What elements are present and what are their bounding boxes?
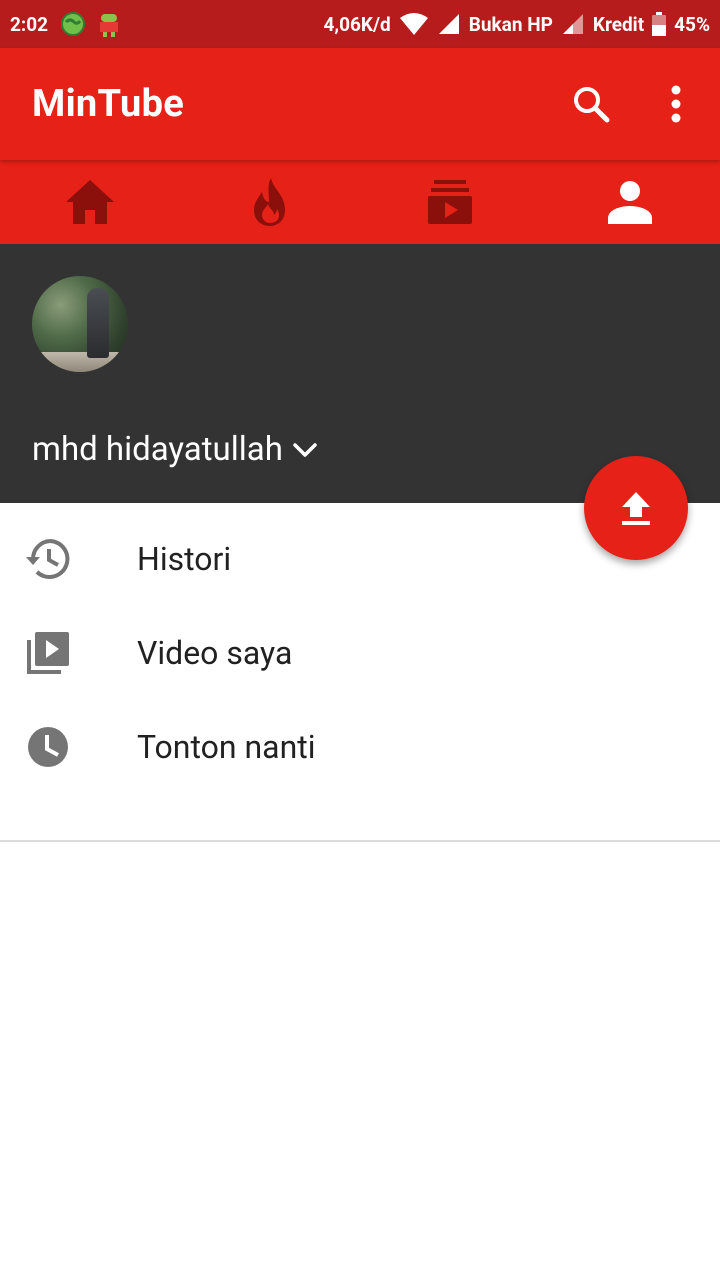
globe-notification-icon (60, 11, 86, 37)
status-bar: 2:02 4,06K/d Bukan HP Kredit 45% (0, 0, 720, 48)
app-bar: MinTube (0, 48, 720, 160)
app-title: MinTube (32, 82, 185, 126)
home-icon (66, 180, 114, 224)
menu-label-watch-later: Tonton nanti (137, 728, 316, 766)
carrier-1: Bukan HP (468, 12, 553, 36)
network-speed: 4,06K/d (323, 12, 391, 36)
account-icon (608, 181, 652, 224)
menu-item-watch-later[interactable]: Tonton nanti (0, 700, 720, 794)
menu-label-history: Histori (137, 540, 232, 578)
tab-home[interactable] (0, 160, 180, 244)
status-time: 2:02 (10, 12, 49, 36)
more-options-button[interactable] (652, 78, 700, 130)
trending-icon (254, 178, 285, 226)
avatar-photo-person (87, 288, 109, 358)
video-library-icon (26, 631, 70, 675)
battery-icon (652, 12, 667, 36)
history-icon (26, 537, 70, 581)
search-icon (574, 87, 610, 123)
carrier-2: Kredit (592, 12, 645, 36)
more-vert-icon (671, 85, 681, 123)
signal-icon-2 (561, 12, 585, 36)
battery-level: 45% (674, 12, 710, 36)
tab-bar (0, 160, 720, 244)
tab-account[interactable] (540, 160, 720, 244)
tab-subscriptions[interactable] (360, 160, 540, 244)
account-switcher[interactable]: mhd hidayatullah (32, 430, 319, 469)
watch-later-icon (26, 725, 70, 769)
tab-trending[interactable] (180, 160, 360, 244)
android-notification-icon (98, 11, 120, 37)
avatar-photo-ground (32, 352, 128, 372)
chevron-down-icon (293, 442, 317, 457)
subscriptions-icon (428, 180, 472, 224)
menu-item-my-videos[interactable]: Video saya (0, 606, 720, 700)
avatar[interactable] (32, 276, 128, 372)
upload-button[interactable] (584, 456, 688, 560)
signal-icon (437, 12, 461, 36)
search-button[interactable] (567, 78, 615, 130)
account-name: mhd hidayatullah (32, 430, 283, 469)
divider (0, 840, 720, 842)
menu-label-my-videos: Video saya (137, 634, 293, 672)
upload-icon (622, 492, 650, 525)
wifi-icon (399, 12, 429, 36)
